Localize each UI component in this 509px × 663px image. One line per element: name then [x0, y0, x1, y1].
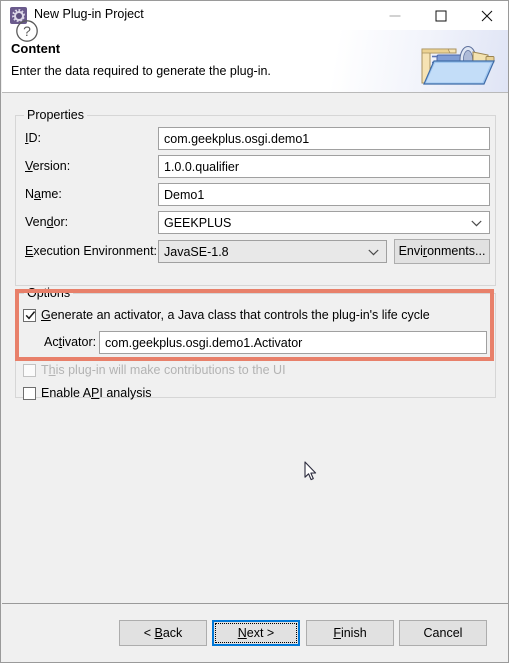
checkmark-icon — [25, 310, 36, 321]
folder-plug-icon — [410, 31, 502, 92]
id-label: ID: — [25, 131, 41, 145]
generate-activator-checkbox[interactable] — [23, 308, 36, 322]
environments-button[interactable]: Environments... — [394, 239, 490, 264]
next-button[interactable]: Next > — [212, 620, 300, 646]
vendor-combo-value: GEEKPLUS — [164, 216, 232, 230]
vendor-combo[interactable]: GEEKPLUS — [158, 211, 490, 234]
execution-environment-combo[interactable]: JavaSE-1.8 — [158, 240, 387, 263]
svg-text:?: ? — [23, 23, 31, 39]
close-button[interactable] — [464, 1, 508, 30]
minimize-button[interactable] — [372, 1, 418, 30]
api-analysis-label: Enable API analysis — [41, 386, 152, 400]
name-input[interactable]: Demo1 — [158, 183, 490, 206]
ui-contributions-label: This plug-in will make contributions to … — [41, 363, 286, 377]
version-input[interactable]: 1.0.0.qualifier — [158, 155, 490, 178]
ui-contributions-checkbox — [23, 363, 36, 377]
close-icon — [481, 10, 493, 21]
activator-input[interactable]: com.geekplus.osgi.demo1.Activator — [99, 331, 487, 354]
id-input[interactable]: com.geekplus.osgi.demo1 — [158, 127, 490, 150]
chevron-down-icon — [471, 212, 482, 233]
content-area: Properties ID: com.geekplus.osgi.demo1 V… — [2, 93, 508, 603]
title-bar: New Plug-in Project — [1, 1, 508, 30]
activator-label: Activator: — [44, 335, 97, 349]
finish-button[interactable]: Finish — [306, 620, 394, 646]
properties-group-label: Properties — [24, 108, 87, 122]
window-title: New Plug-in Project — [34, 7, 144, 21]
name-label: Name: — [25, 187, 62, 201]
options-group-label: Options — [24, 286, 74, 300]
execution-environment-value: JavaSE-1.8 — [164, 245, 229, 259]
generate-activator-label: Generate an activator, a Java class that… — [41, 308, 430, 322]
execution-environment-label: Execution Environment: — [25, 244, 158, 258]
cancel-button[interactable]: Cancel — [399, 620, 487, 646]
new-plugin-project-dialog: New Plug-in Project Content Enter the da… — [0, 0, 509, 663]
api-analysis-checkbox[interactable] — [23, 386, 36, 400]
back-button[interactable]: < Back — [119, 620, 207, 646]
help-question-icon[interactable]: ? — [15, 19, 39, 43]
maximize-button[interactable] — [418, 1, 464, 30]
ui-contributions-checkbox-row: This plug-in will make contributions to … — [23, 363, 286, 377]
page-description: Enter the data required to generate the … — [11, 64, 271, 78]
minimize-icon — [389, 15, 401, 16]
page-title: Content — [11, 41, 61, 56]
vendor-label: Vendor: — [25, 215, 69, 229]
maximize-icon — [435, 10, 447, 21]
wizard-header: Content Enter the data required to gener… — [2, 30, 508, 92]
generate-activator-checkbox-row[interactable]: Generate an activator, a Java class that… — [23, 308, 430, 322]
chevron-down-icon — [368, 241, 379, 262]
api-analysis-checkbox-row[interactable]: Enable API analysis — [23, 386, 152, 400]
version-label: Version: — [25, 159, 71, 173]
